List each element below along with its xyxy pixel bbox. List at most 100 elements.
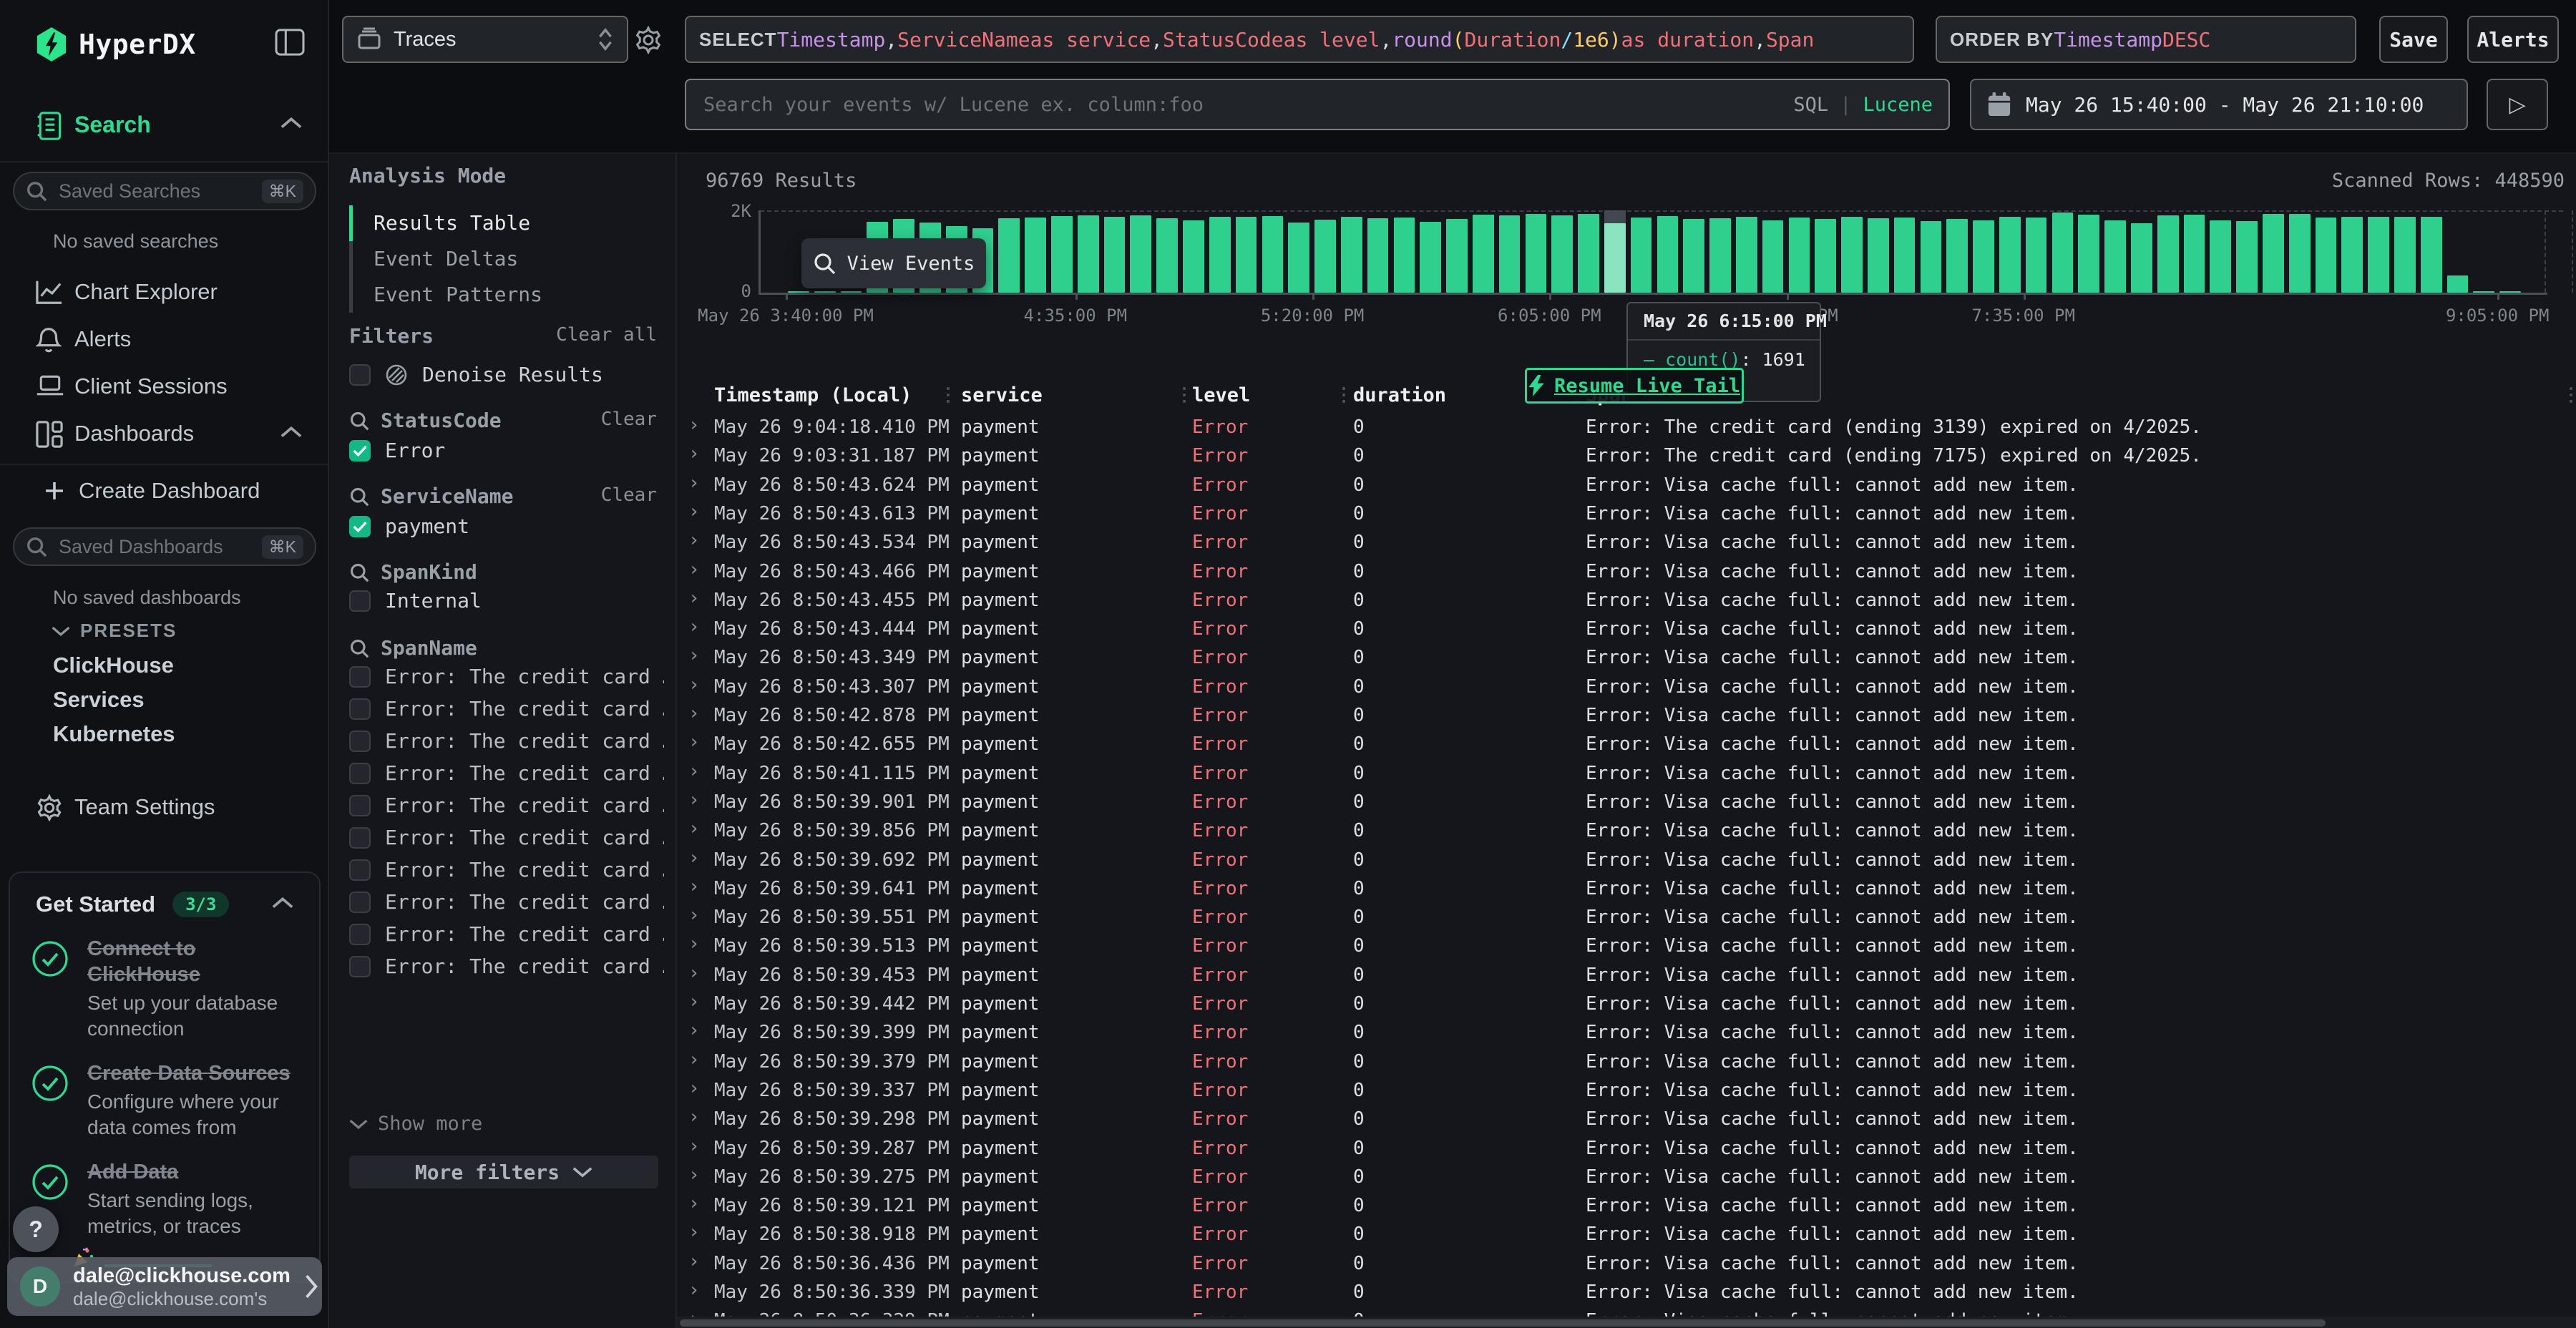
histogram[interactable] [786, 210, 2524, 293]
filter-option-spanname[interactable]: Error: The credit card … [349, 890, 664, 914]
histogram-bar[interactable] [1314, 220, 1336, 293]
horizontal-scrollbar[interactable] [677, 1317, 2576, 1328]
histogram-bar[interactable] [1868, 218, 1889, 293]
column-header-level[interactable]: level [1192, 384, 1250, 406]
filter-option-spanname[interactable]: Error: The credit card … [349, 665, 664, 688]
row-expand-icon[interactable]: › [688, 876, 700, 897]
row-expand-icon[interactable]: › [688, 1221, 700, 1243]
table-row[interactable]: ›May 26 8:50:39.337 PMpaymentError0Error… [677, 1076, 2576, 1105]
histogram-bar[interactable] [2104, 220, 2126, 293]
histogram-bar[interactable] [1551, 215, 1573, 293]
histogram-bar[interactable] [2026, 218, 2047, 293]
analysis-mode-event-patterns[interactable]: Event Patterns [349, 277, 657, 313]
histogram-bar[interactable] [1604, 223, 1626, 293]
saved-searches-input[interactable] [57, 180, 252, 203]
table-row[interactable]: ›May 26 8:50:39.513 PMpaymentError0Error… [677, 932, 2576, 960]
histogram-bar[interactable] [2131, 223, 2152, 293]
run-query-button[interactable]: ▷ [2487, 79, 2548, 130]
table-row[interactable]: ›May 26 8:50:43.624 PMpaymentError0Error… [677, 471, 2576, 499]
histogram-bar[interactable] [2316, 218, 2337, 293]
get-started-item[interactable]: Connect to ClickHouseSet up your databas… [31, 936, 303, 1042]
histogram-bar[interactable] [1631, 218, 1652, 293]
histogram-bar[interactable] [1657, 216, 1679, 293]
histogram-bar[interactable] [1683, 219, 1704, 293]
table-row[interactable]: ›May 26 8:50:39.692 PMpaymentError0Error… [677, 846, 2576, 874]
analysis-mode-event-deltas[interactable]: Event Deltas [349, 241, 657, 277]
saved-searches-search[interactable]: ⌘K [13, 172, 316, 210]
filter-option-spanname[interactable]: Error: The credit card … [349, 697, 664, 721]
table-row[interactable]: ›May 26 8:50:38.918 PMpaymentError0Error… [677, 1220, 2576, 1249]
event-search-input[interactable] [702, 93, 1780, 117]
preset-link-services[interactable]: Services [53, 687, 145, 713]
checkbox-unchecked[interactable] [349, 590, 371, 612]
sql-toggle[interactable]: SQL [1793, 94, 1828, 116]
column-header-duration[interactable]: duration [1353, 384, 1446, 406]
filter-option-spanname[interactable]: Error: The credit card … [349, 922, 664, 946]
column-header-timestamp[interactable]: Timestamp (Local) [714, 384, 912, 406]
histogram-bar[interactable] [1262, 216, 1284, 293]
checkbox-unchecked[interactable] [349, 364, 371, 386]
table-row[interactable]: ›May 26 8:50:39.298 PMpaymentError0Error… [677, 1105, 2576, 1133]
row-expand-icon[interactable]: › [688, 991, 700, 1012]
filter-option-spanname[interactable]: Error: The credit card … [349, 954, 664, 978]
histogram-bar[interactable] [1894, 218, 1916, 293]
histogram-bar[interactable] [1999, 217, 2021, 293]
clear-all-link[interactable]: Clear all [556, 324, 657, 346]
sidebar-item-chart-explorer[interactable]: Chart Explorer [0, 273, 328, 313]
histogram-bar[interactable] [1789, 218, 1810, 293]
histogram-bar[interactable] [1394, 218, 1415, 293]
save-button[interactable]: Save [2379, 16, 2448, 63]
row-expand-icon[interactable]: › [688, 1049, 700, 1070]
date-range-picker[interactable]: May 26 15:40:00 - May 26 21:10:00 [1970, 79, 2468, 130]
histogram-bar[interactable] [2341, 217, 2363, 293]
checkbox-unchecked[interactable] [349, 698, 371, 720]
histogram-bar[interactable] [1526, 214, 1547, 293]
source-select[interactable]: Traces [342, 16, 628, 63]
histogram-bar[interactable] [2447, 275, 2469, 293]
histogram-bar[interactable] [1104, 217, 1126, 293]
histogram-bar[interactable] [2394, 217, 2416, 293]
filter-option-internal[interactable]: Internal [349, 589, 482, 612]
source-settings-gear-icon[interactable] [634, 26, 663, 54]
clear-statuscode-link[interactable]: Clear [601, 409, 657, 430]
checkbox-checked[interactable] [349, 440, 371, 462]
histogram-bar[interactable] [1473, 215, 1494, 293]
denoise-filter[interactable]: Denoise Results [349, 363, 603, 386]
histogram-bar[interactable] [1288, 223, 1309, 293]
row-expand-icon[interactable]: › [688, 731, 700, 753]
table-row[interactable]: ›May 26 8:50:43.444 PMpaymentError0Error… [677, 615, 2576, 643]
column-header-service[interactable]: service [961, 384, 1043, 406]
row-expand-icon[interactable]: › [688, 559, 700, 580]
user-menu[interactable]: D dale@clickhouse.com dale@clickhouse.co… [7, 1257, 322, 1316]
histogram-bar[interactable] [2236, 221, 2258, 293]
table-row[interactable]: ›May 26 8:50:36.339 PMpaymentError0Error… [677, 1278, 2576, 1307]
sidebar-item-dashboards[interactable]: Dashboards [0, 415, 328, 455]
histogram-bar[interactable] [1367, 218, 1389, 293]
row-expand-icon[interactable]: › [688, 616, 700, 638]
filter-option-payment[interactable]: payment [349, 514, 469, 538]
checkbox-unchecked[interactable] [349, 924, 371, 945]
histogram-bar[interactable] [1130, 215, 1151, 293]
preset-link-kubernetes[interactable]: Kubernetes [53, 721, 175, 747]
preset-link-clickhouse[interactable]: ClickHouse [53, 653, 174, 678]
histogram-bar[interactable] [1921, 221, 1942, 293]
table-row[interactable]: ›May 26 9:04:18.410 PMpaymentError0Error… [677, 413, 2576, 441]
row-expand-icon[interactable]: › [688, 1136, 700, 1157]
row-expand-icon[interactable]: › [688, 674, 700, 695]
row-expand-icon[interactable]: › [688, 847, 700, 869]
table-row[interactable]: ›May 26 8:50:41.115 PMpaymentError0Error… [677, 759, 2576, 788]
row-expand-icon[interactable]: › [688, 789, 700, 811]
checkbox-unchecked[interactable] [349, 795, 371, 816]
histogram-bar[interactable] [1973, 220, 1994, 293]
row-expand-icon[interactable]: › [688, 443, 700, 464]
histogram-bar[interactable] [2078, 215, 2099, 293]
table-row[interactable]: ›May 26 8:50:39.453 PMpaymentError0Error… [677, 961, 2576, 990]
histogram-bar[interactable] [1815, 219, 1836, 293]
histogram-bar[interactable] [1499, 215, 1521, 293]
histogram-bar[interactable] [2052, 213, 2074, 293]
column-resize-handle[interactable]: ⋮ [1335, 384, 1353, 406]
event-search-bar[interactable]: SQL | Lucene [685, 79, 1950, 130]
table-row[interactable]: ›May 26 8:50:42.878 PMpaymentError0Error… [677, 701, 2576, 730]
view-events-button[interactable]: View Events [801, 238, 986, 288]
table-row[interactable]: ›May 26 8:50:36.436 PMpaymentError0Error… [677, 1249, 2576, 1278]
